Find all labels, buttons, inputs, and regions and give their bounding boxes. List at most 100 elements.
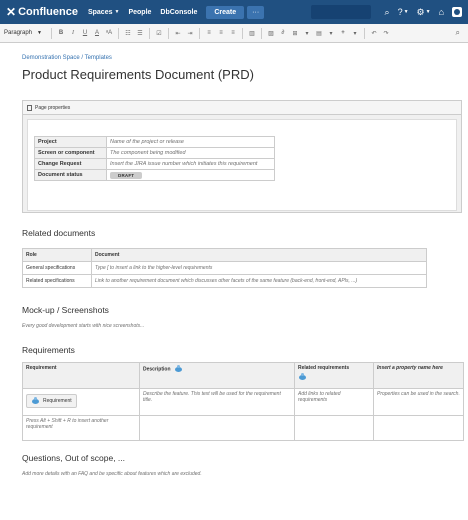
help-menu[interactable]: ? ▼: [398, 7, 409, 17]
related-requirements-cell[interactable]: [294, 415, 374, 441]
table-row: Related specifications Link to another r…: [22, 274, 427, 288]
role-cell[interactable]: General specifications: [22, 261, 92, 275]
toolbar-divider: [260, 27, 262, 39]
property-value[interactable]: Insert the JIRA issue number which initi…: [106, 158, 275, 170]
outdent-icon[interactable]: ⇤: [174, 30, 182, 37]
requirements-heading[interactable]: Requirements: [22, 345, 75, 355]
property-value[interactable]: Name of the project or release: [106, 136, 275, 148]
align-center-icon[interactable]: ≡: [217, 30, 225, 36]
chevron-down-icon: ▼: [403, 9, 409, 15]
status-badge[interactable]: DRAFT: [110, 171, 143, 179]
property-cell[interactable]: [373, 415, 464, 441]
table-header-row: Requirement Description Related requirem…: [22, 362, 464, 389]
related-documents-table: Role Document General specifications Typ…: [22, 248, 427, 288]
insert-table-icon[interactable]: ⊞: [291, 30, 299, 37]
document-cell[interactable]: Type [ to insert a link to the higher-le…: [91, 261, 427, 275]
chevron-down-icon[interactable]: ▾: [351, 30, 359, 37]
italic-button[interactable]: I: [69, 30, 77, 36]
confluence-logo[interactable]: ✕ Confluence: [6, 5, 78, 19]
paragraph-style-dropdown[interactable]: Paragraph ▼: [4, 30, 42, 36]
create-button[interactable]: Create: [206, 5, 245, 19]
requirement-hint-cell[interactable]: Press Alt + Shift + R to insert another …: [22, 415, 140, 441]
property-value[interactable]: The component being modified: [106, 147, 275, 159]
bullet-list-icon[interactable]: ☷: [124, 30, 132, 37]
property-cell[interactable]: Properties can be used in the search.: [373, 388, 464, 416]
underline-button[interactable]: U: [81, 30, 89, 36]
indent-icon[interactable]: ⇥: [186, 30, 194, 37]
chevron-down-icon: ▼: [37, 30, 42, 36]
related-requirements-cell[interactable]: Add links to related requirements: [294, 388, 374, 416]
property-key[interactable]: Screen or component: [34, 147, 107, 159]
undo-icon[interactable]: ↶: [370, 30, 378, 37]
questions-note[interactable]: Add more details with an FAQ and be spec…: [22, 471, 202, 477]
nav-spaces[interactable]: Spaces ▼: [88, 9, 119, 16]
column-header[interactable]: Insert a property name here: [373, 362, 464, 389]
nav-dbconsole[interactable]: DbConsole: [160, 9, 197, 16]
toolbar-divider: [363, 27, 365, 39]
table-row: Requirement Describe the feature. This t…: [22, 388, 464, 416]
gear-icon: ⚙: [416, 6, 425, 17]
related-documents-heading[interactable]: Related documents: [22, 228, 95, 238]
document-cell[interactable]: Link to another requirement document whi…: [91, 274, 427, 288]
property-value-cell[interactable]: DRAFT: [106, 169, 275, 181]
column-header[interactable]: Document: [91, 248, 427, 262]
nav-people-label: People: [128, 8, 152, 16]
paragraph-style-label: Paragraph: [4, 30, 33, 36]
help-icon: ?: [397, 7, 403, 17]
nav-right-group: ⌕ ? ▼ ⚙ ▼ ⌂: [310, 5, 462, 19]
page-layout-icon[interactable]: ▥: [248, 30, 256, 37]
align-left-icon[interactable]: ≡: [205, 30, 213, 36]
text-size-button[interactable]: ᵃA: [105, 30, 113, 36]
task-list-icon[interactable]: ☑: [155, 30, 163, 37]
bold-button[interactable]: B: [57, 30, 65, 36]
align-right-icon[interactable]: ≡: [229, 30, 237, 36]
mockups-heading[interactable]: Mock-up / Screenshots: [22, 305, 109, 315]
column-header-label: Related requirements: [298, 365, 350, 371]
column-header[interactable]: Related requirements: [294, 362, 374, 389]
create-more-button[interactable]: ···: [247, 5, 265, 19]
property-key[interactable]: Project: [34, 136, 107, 148]
column-header[interactable]: Description: [139, 362, 295, 389]
numbered-list-icon[interactable]: ☰: [136, 30, 144, 37]
property-key[interactable]: Document status: [34, 169, 107, 181]
page-title[interactable]: Product Requirements Document (PRD): [22, 67, 254, 82]
description-cell[interactable]: Describe the feature. This text will be …: [139, 388, 295, 416]
confluence-logo-text: Confluence: [18, 6, 78, 18]
settings-menu[interactable]: ⚙ ▼: [417, 7, 431, 18]
toolbar-divider: [241, 27, 243, 39]
table-row: General specifications Type [ to insert …: [22, 261, 427, 275]
requirement-cell[interactable]: Requirement: [22, 388, 140, 416]
nav-people[interactable]: People: [128, 9, 151, 16]
breadcrumb[interactable]: Demonstration Space / Templates: [22, 55, 112, 61]
chevron-down-icon[interactable]: ▾: [327, 30, 335, 37]
property-key[interactable]: Change Request: [34, 158, 107, 170]
column-header[interactable]: Role: [22, 248, 92, 262]
mockups-note[interactable]: Every good development starts with nice …: [22, 323, 144, 329]
find-replace-icon[interactable]: ⌕: [456, 28, 460, 38]
table-row: Document status DRAFT: [34, 169, 275, 181]
role-cell[interactable]: Related specifications: [22, 274, 92, 288]
table-row: Change Request Insert the JIRA issue num…: [34, 158, 275, 170]
user-avatar[interactable]: [452, 7, 462, 17]
nav-spaces-label: Spaces: [87, 8, 113, 16]
search-input[interactable]: [310, 5, 371, 19]
column-header-label: Insert a property name here: [377, 365, 443, 371]
template-icon[interactable]: ▤: [315, 30, 323, 37]
insert-link-icon[interactable]: ∂: [279, 30, 287, 36]
questions-heading[interactable]: Questions, Out of scope, ...: [22, 453, 125, 463]
description-cell[interactable]: [139, 415, 295, 441]
page-properties-macro[interactable]: Page properties Project Name of the proj…: [22, 100, 462, 213]
chevron-down-icon[interactable]: ▾: [303, 30, 311, 37]
page-properties-body: Project Name of the project or release S…: [27, 119, 457, 211]
notifications-icon[interactable]: ⌂: [439, 7, 444, 17]
page-properties-header: Page properties: [23, 101, 461, 115]
search-icon[interactable]: ⌕: [385, 7, 390, 18]
redo-icon[interactable]: ↷: [382, 30, 390, 37]
column-header[interactable]: Requirement: [22, 362, 140, 389]
insert-image-icon[interactable]: ▨: [267, 30, 275, 37]
chevron-down-icon: ▼: [425, 9, 431, 15]
insert-more-icon[interactable]: +: [339, 30, 347, 36]
page-properties-icon: [27, 104, 32, 111]
text-color-button[interactable]: A: [93, 30, 101, 36]
requirement-button[interactable]: Requirement: [26, 394, 77, 408]
